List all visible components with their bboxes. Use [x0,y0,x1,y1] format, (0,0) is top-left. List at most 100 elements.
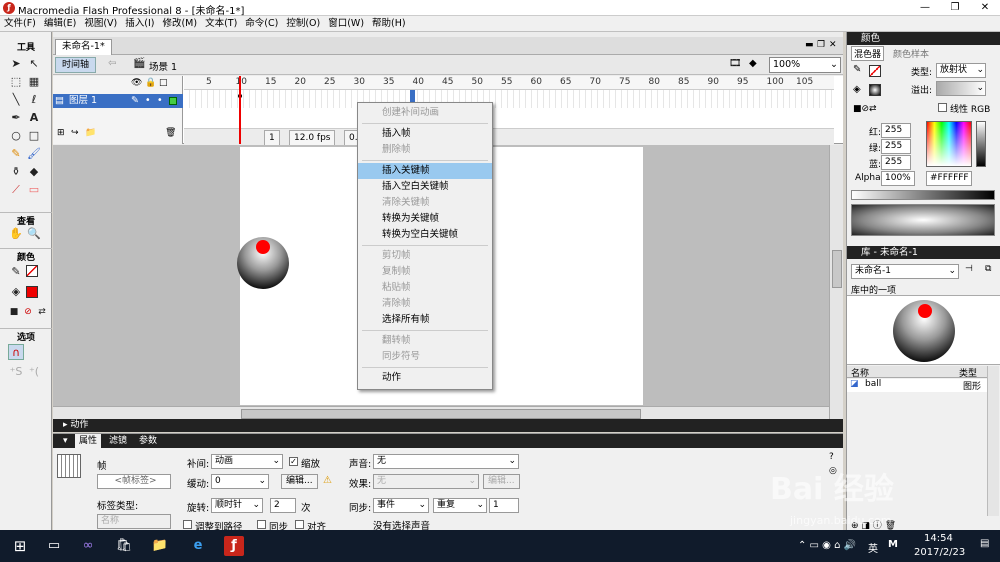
help-icon[interactable]: ? [829,452,834,462]
context-menu-item[interactable]: 转换为空白关键帧 [358,227,492,243]
add-motion-guide-icon[interactable]: ↪ [71,128,79,138]
hex-input[interactable]: #FFFFFF [926,171,972,186]
menu-item[interactable]: 窗口(W) [324,16,368,32]
notification-icon[interactable]: ▤ [980,538,989,549]
back-arrow-icon[interactable]: ⇦ [108,58,116,69]
stroke-color-icon[interactable]: ✎ [8,264,24,280]
doc-restore-icon[interactable]: ❐ [817,40,825,50]
edit-scene-icon[interactable]: 🎞 [729,58,742,69]
library-scrollbar[interactable] [987,366,999,516]
menu-item[interactable]: 文本(T) [201,16,241,32]
ease-input[interactable]: 0 ⌄ [211,474,269,489]
menu-item[interactable]: 编辑(E) [40,16,80,32]
unlock-dot-icon[interactable]: • [157,94,163,108]
ime-mode[interactable]: M [888,539,898,550]
free-transform-icon[interactable]: ⬚ [8,74,24,90]
rotate-count-input[interactable]: 2 [270,498,296,513]
col-name[interactable]: 名称 [851,366,869,379]
windows-start-icon[interactable]: ⊞ [10,536,30,556]
insert-folder-icon[interactable]: 📁 [85,128,96,138]
lasso-tool-icon[interactable]: ℓ [26,92,42,108]
color-panel-header[interactable]: 颜色 [847,32,1000,45]
doc-minimize-icon[interactable]: ▬ [805,40,814,50]
store-icon[interactable]: 🛍 [114,536,134,556]
fill-swatch[interactable] [869,84,881,96]
color-mode-icons[interactable]: ■⊘⇄ [853,104,877,114]
frame-ruler[interactable]: 5 10 15 20 25 30 35 40 45 50 55 60 65 70 75 80 85 90 95 100… [184,76,834,90]
context-menu-item[interactable]: 翻转帧 [358,333,492,349]
alpha-input[interactable]: 100% [881,171,915,186]
frame-label-input[interactable]: <帧标签> [97,474,171,489]
eyedropper-icon[interactable]: ⟋ [8,182,24,198]
sync-select[interactable]: 事件 ⌄ [373,498,429,513]
trash-icon[interactable]: 🗑 [165,128,176,138]
context-menu-item[interactable]: 选择所有帧 [358,312,492,328]
fill-color-icon[interactable]: ◈ [8,284,24,300]
menu-item[interactable]: 命令(C) [241,16,282,32]
line-tool-icon[interactable]: ╲ [8,92,24,108]
context-menu-item[interactable]: 插入关键帧 [358,163,492,179]
context-menu-item[interactable]: 复制帧 [358,264,492,280]
label-type-select[interactable]: 名称 [97,514,171,529]
new-library-icon[interactable]: ⧉ [985,264,991,274]
color-spectrum-picker[interactable] [926,121,972,167]
tab-parameters[interactable]: 参数 [135,434,161,448]
task-view-icon[interactable]: ▭ [44,536,64,556]
tray-icons[interactable]: ⌃ ▭ ◉ ⌂ 🔊 [798,540,856,551]
blue-input[interactable]: 255 [881,155,911,170]
col-type[interactable]: 类型 [959,366,977,379]
menu-item[interactable]: 修改(M) [158,16,201,32]
document-tab[interactable]: 未命名-1* [55,39,112,55]
red-input[interactable]: 255 [881,123,911,138]
green-input[interactable]: 255 [881,139,911,154]
playhead[interactable] [239,76,241,144]
gradient-transform-icon[interactable]: ▦ [26,74,42,90]
menu-item[interactable]: 视图(V) [80,16,121,32]
context-menu-item[interactable]: 清除帧 [358,296,492,312]
overflow-select[interactable]: ⌄ [936,81,986,96]
subselect-tool-icon[interactable]: ↖ [26,56,42,72]
zoom-tool-icon[interactable]: 🔍 [26,226,42,242]
visual-studio-icon[interactable]: ∞ [78,536,98,556]
layer-row[interactable]: 图层 1 ▤ ✎ • • [53,94,183,108]
oval-tool-icon[interactable]: ○ [8,128,24,144]
lock-icon[interactable]: 🔒 [145,78,156,88]
library-panel-header[interactable]: 库 - 未命名-1 [847,246,1000,259]
fill-type-select[interactable]: 放射状 ⌄ [936,63,986,78]
outline-icon[interactable]: □ [159,78,168,88]
rectangle-tool-icon[interactable]: □ [26,128,42,144]
context-menu-item[interactable]: 清除关键帧 [358,195,492,211]
sync-checkbox[interactable] [257,520,266,529]
visible-dot-icon[interactable]: • [145,94,151,108]
text-tool-icon[interactable]: A [26,110,42,126]
hand-tool-icon[interactable]: ✋ [8,226,24,242]
context-menu-item[interactable]: 剪切帧 [358,248,492,264]
effect-select[interactable]: 无 ⌄ [373,474,479,489]
file-explorer-icon[interactable]: 📁 [150,536,170,556]
stroke-pencil-icon[interactable]: ✎ [853,64,861,75]
context-menu-item[interactable]: 同步符号 [358,349,492,365]
smooth-icon[interactable]: ⁺S [8,364,24,380]
add-layer-icon[interactable]: ⊞ [57,128,65,138]
scale-checkbox[interactable]: ✓ [289,457,298,466]
fill-bucket-icon[interactable]: ◈ [853,84,861,95]
swap-colors-icon[interactable]: ⇄ [34,304,50,320]
v-scroll-thumb[interactable] [832,250,842,288]
repeat-count-input[interactable]: 1 [489,498,519,513]
arrow-tool-icon[interactable]: ➤ [8,56,24,72]
clock-date[interactable]: 2017/2/23 [914,547,965,558]
snap-checkbox[interactable] [295,520,304,529]
library-item-row[interactable]: ◪ ball 图形 [847,379,987,392]
frame-row[interactable] [184,90,834,108]
stroke-swatch[interactable] [869,65,881,77]
context-menu-item[interactable]: 插入空白关键帧 [358,179,492,195]
tab-color-swatches[interactable]: 颜色样本 [893,47,929,60]
tab-filters[interactable]: 滤镜 [105,434,131,448]
edit-symbols-icon[interactable]: ◆ [749,58,757,69]
straighten-icon[interactable]: ⁺( [26,364,42,380]
menu-item[interactable]: 文件(F) [0,16,40,32]
pen-tool-icon[interactable]: ✒ [8,110,24,126]
tab-properties[interactable]: 属性 [75,434,102,448]
menu-item[interactable]: 插入(I) [121,16,158,32]
tab-color-mixer[interactable]: 混色器 [851,46,885,61]
